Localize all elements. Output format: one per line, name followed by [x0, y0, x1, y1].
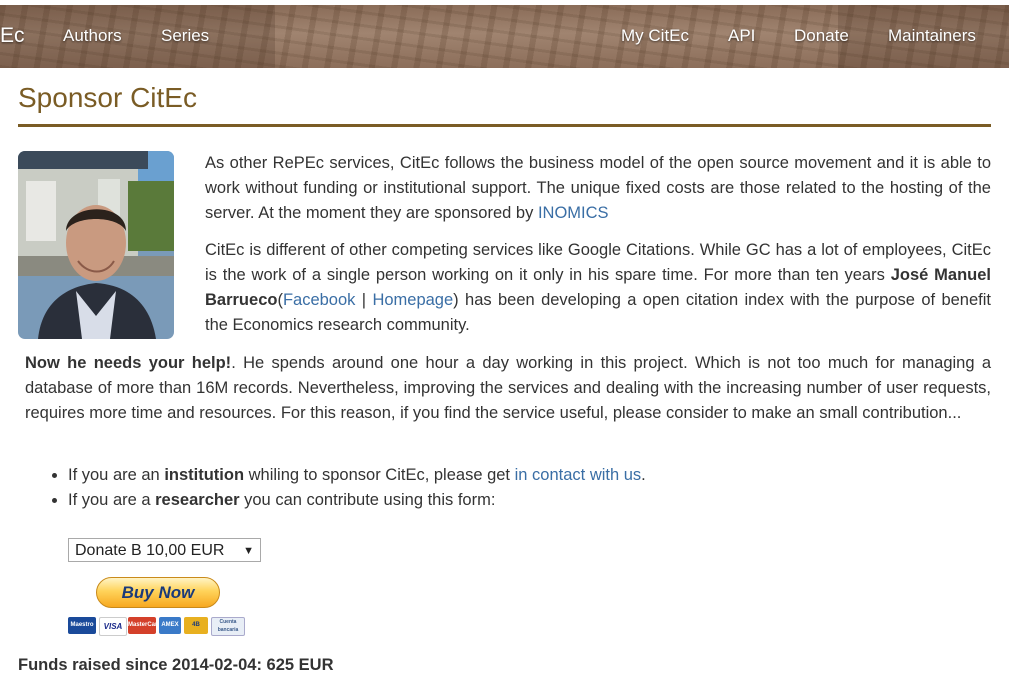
- list-item-institution: If you are an institution whiling to spo…: [68, 463, 968, 488]
- nav-authors[interactable]: Authors: [63, 5, 122, 68]
- inst-text-mid: whiling to sponsor CitEc, please get: [244, 466, 515, 484]
- bank-account-icon: Cuenta bancaria: [211, 617, 245, 636]
- res-bold: researcher: [155, 491, 240, 509]
- visa-card-icon: VISA: [99, 617, 127, 636]
- portrait-image: [18, 151, 174, 339]
- help-heading: Now he needs your help!: [25, 354, 232, 372]
- amex-card-icon: AMEX: [159, 617, 181, 634]
- intro-paragraph-2: CitEc is different of other competing se…: [205, 238, 991, 338]
- facebook-link[interactable]: Facebook: [283, 291, 355, 309]
- inst-bold: institution: [164, 466, 245, 484]
- maintainer-photo: [18, 151, 174, 339]
- chevron-down-icon: ▼: [243, 545, 254, 557]
- donation-amount-select[interactable]: Donate B 10,00 EUR ▼: [68, 538, 261, 562]
- inst-text-pre: If you are an: [68, 466, 165, 484]
- nav-donate[interactable]: Donate: [794, 5, 849, 68]
- nav-series[interactable]: Series: [161, 5, 209, 68]
- top-navbar: Ec Authors Series My CitEc API Donate Ma…: [0, 5, 1009, 68]
- inst-text-end: .: [641, 466, 646, 484]
- res-text-end: you can contribute using this form:: [239, 491, 496, 509]
- help-paragraph: Now he needs your help!. He spends aroun…: [25, 351, 991, 426]
- nav-my-citec[interactable]: My CitEc: [621, 5, 689, 68]
- donation-selected-value: Donate B 10,00 EUR: [75, 542, 225, 559]
- intro-text-2a: CitEc is different of other competing se…: [205, 241, 991, 284]
- brand-logo[interactable]: Ec: [0, 5, 25, 68]
- mastercard-card-icon: MasterCard: [128, 617, 156, 634]
- page-title: Sponsor CitEc: [18, 82, 197, 113]
- homepage-link[interactable]: Homepage: [372, 291, 453, 309]
- inomics-link[interactable]: INOMICS: [538, 204, 609, 222]
- title-divider: [18, 124, 991, 127]
- link-separator: |: [355, 291, 373, 309]
- buy-now-button[interactable]: Buy Now: [96, 577, 220, 608]
- intro-paragraph-1: As other RePEc services, CitEc follows t…: [205, 151, 991, 226]
- res-text-pre: If you are a: [68, 491, 156, 509]
- funds-raised: Funds raised since 2014-02-04: 625 EUR: [18, 656, 334, 674]
- contact-link[interactable]: in contact with us: [515, 466, 642, 484]
- contribution-options: If you are an institution whiling to spo…: [45, 463, 968, 513]
- nav-maintainers[interactable]: Maintainers: [888, 5, 976, 68]
- nav-api[interactable]: API: [728, 5, 755, 68]
- 4b-card-icon: 4B: [184, 617, 208, 634]
- maestro-card-icon: Maestro: [68, 617, 96, 634]
- list-item-researcher: If you are a researcher you can contribu…: [68, 488, 968, 513]
